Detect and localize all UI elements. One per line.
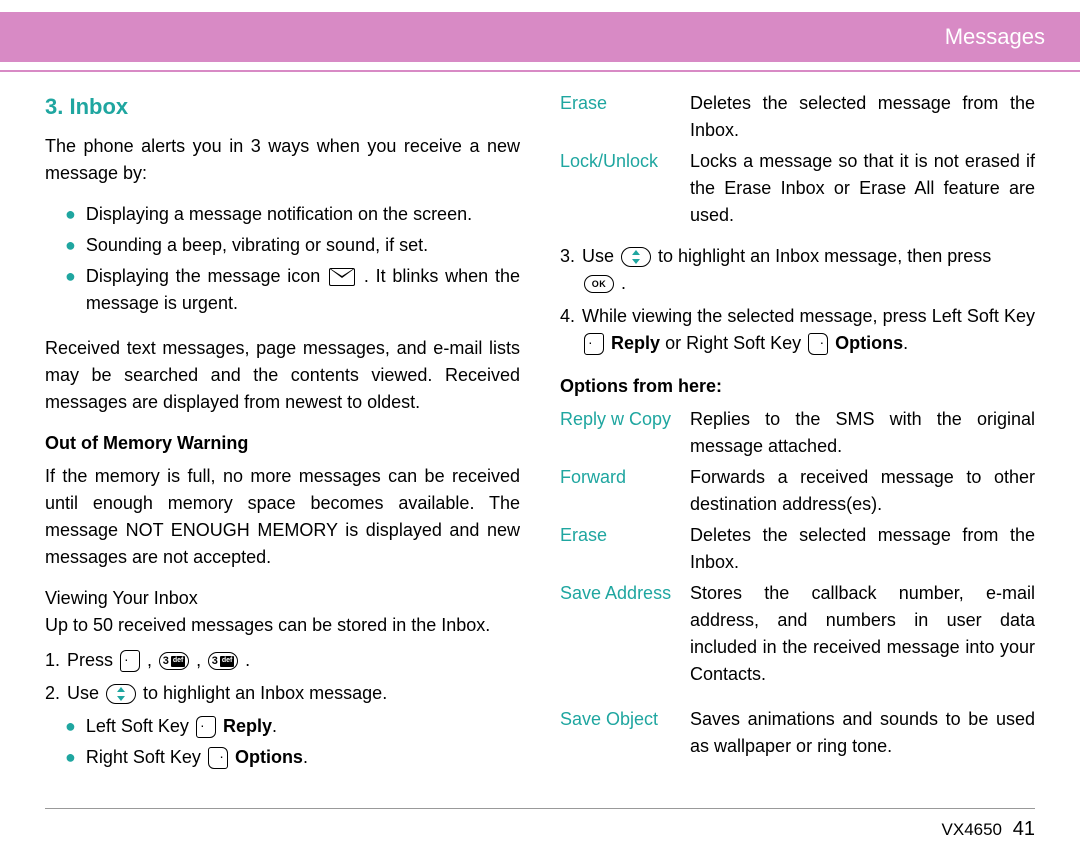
paragraph: Received text messages, page messages, a… [45,335,520,416]
footer-divider [45,808,1035,809]
bullet3-text-a: Displaying the message icon [86,266,327,286]
option-row: Erase Deletes the selected message from … [560,522,1035,576]
nav-updown-icon [621,247,651,267]
content: 3. Inbox The phone alerts you in 3 ways … [45,90,1035,789]
left-softkey-icon [196,716,216,738]
bullet-text: Displaying a message notification on the… [86,201,520,228]
viewing-note: Up to 50 received messages can be stored… [45,612,520,639]
header-divider [0,70,1080,72]
option-label: Erase [560,522,690,576]
step1-text: Press [67,650,118,670]
key-3def-icon: 3def [159,652,189,670]
right-softkey-icon [808,333,828,355]
bullet-item: ● Displaying the message icon . It blink… [45,263,520,317]
step1-end: . [245,650,250,670]
step4-text2: or Right Soft Key [665,333,806,353]
option-label: Forward [560,464,690,518]
option-desc: Stores the callback number, e-mail addre… [690,580,1035,688]
option-label: Lock/Unlock [560,148,690,229]
left-column: 3. Inbox The phone alerts you in 3 ways … [45,90,520,789]
bullet-text: Displaying the message icon . It blinks … [86,263,520,317]
step4-bold1: Reply [611,333,660,353]
bullet-text: Left Soft Key Reply. [86,713,520,740]
option-row: Reply w Copy Replies to the SMS with the… [560,406,1035,460]
step-1: 1. Press , 3def , 3def . [45,647,520,674]
right-softkey-icon [208,747,228,769]
sb2-bold: Options [235,747,303,767]
bullet-icon: ● [65,232,76,259]
step1-sep: , [147,650,157,670]
intro-paragraph: The phone alerts you in 3 ways when you … [45,133,520,187]
step3-text-b: to highlight an Inbox message, then pres… [658,246,991,266]
alert-bullets: ● Displaying a message notification on t… [45,201,520,317]
option-row: Forward Forwards a received message to o… [560,464,1035,518]
option-desc: Deletes the selected message from the In… [690,90,1035,144]
header-bar: Messages [0,12,1080,62]
paragraph: If the memory is full, no more messages … [45,463,520,571]
bullet-icon: ● [65,713,76,740]
step-body: Use to highlight an Inbox message, then … [582,243,1035,297]
sb1-text: Left Soft Key [86,716,194,736]
envelope-icon [329,268,355,286]
step2-text-b: to highlight an Inbox message. [143,683,387,703]
key-3def-icon: 3def [208,652,238,670]
bullet-icon: ● [65,744,76,771]
bullet-item: ● Displaying a message notification on t… [45,201,520,228]
bullet-icon: ● [65,201,76,228]
step4-bold2: Options [835,333,903,353]
bullet-item: ● Sounding a beep, vibrating or sound, i… [45,232,520,259]
header-title: Messages [945,24,1045,50]
option-label: Save Object [560,706,690,760]
option-desc: Forwards a received message to other des… [690,464,1035,518]
step-number: 4. [560,303,582,330]
bullet-item: ● Left Soft Key Reply. [45,713,520,740]
footer: VX4650 41 [942,818,1035,841]
softkey-bullets: ● Left Soft Key Reply. ● Right Soft Key … [45,713,520,771]
ok-key-icon: OK [584,275,614,293]
page-number: 41 [1013,818,1035,840]
option-row: Save Address Stores the callback number,… [560,580,1035,688]
model-number: VX4650 [942,820,1003,839]
step-2: 2. Use to highlight an Inbox message. [45,680,520,707]
left-softkey-icon [584,333,604,355]
step-number: 2. [45,680,67,707]
step-number: 1. [45,647,67,674]
step-3: 3. Use to highlight an Inbox message, th… [560,243,1035,297]
option-row: Lock/Unlock Locks a message so that it i… [560,148,1035,229]
subheading: Options from here: [560,373,1035,400]
option-desc: Saves animations and sounds to be used a… [690,706,1035,760]
option-row: Erase Deletes the selected message from … [560,90,1035,144]
option-desc: Replies to the SMS with the original mes… [690,406,1035,460]
section-title: 3. Inbox [45,90,520,123]
option-row: Save Object Saves animations and sounds … [560,706,1035,760]
step-4: 4. While viewing the selected message, p… [560,303,1035,357]
step-number: 3. [560,243,582,270]
option-label: Reply w Copy [560,406,690,460]
option-desc: Deletes the selected message from the In… [690,522,1035,576]
step2-text: Use [67,683,104,703]
step4-text: While viewing the selected message, pres… [582,306,1035,326]
step-body: Press , 3def , 3def . [67,647,520,674]
left-softkey-icon [120,650,140,672]
bullet-text: Right Soft Key Options. [86,744,520,771]
sb1-bold: Reply [223,716,272,736]
nav-updown-icon [106,684,136,704]
sb2-text: Right Soft Key [86,747,206,767]
bullet-item: ● Right Soft Key Options. [45,744,520,771]
right-column: Erase Deletes the selected message from … [560,90,1035,789]
option-desc: Locks a message so that it is not erased… [690,148,1035,229]
step-body: Use to highlight an Inbox message. [67,680,520,707]
viewing-label: Viewing Your Inbox [45,585,520,612]
bullet-icon: ● [65,263,76,290]
option-label: Erase [560,90,690,144]
step3-text: Use [582,246,619,266]
step1-sep2: , [196,650,206,670]
option-label: Save Address [560,580,690,688]
subheading: Out of Memory Warning [45,430,520,457]
bullet-text: Sounding a beep, vibrating or sound, if … [86,232,520,259]
step3-end: . [621,273,626,293]
step-body: While viewing the selected message, pres… [582,303,1035,357]
